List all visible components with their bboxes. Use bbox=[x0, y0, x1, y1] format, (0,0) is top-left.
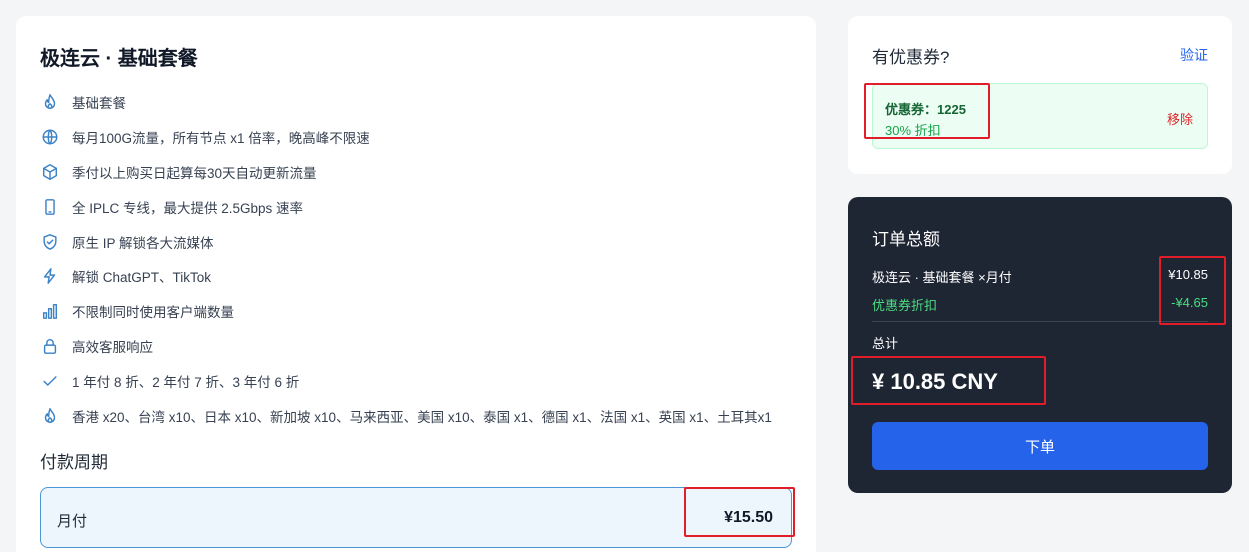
feature-item: 1 年付 8 折、2 年付 7 折、3 年付 6 折 bbox=[40, 363, 810, 398]
feature-item: 全 IPLC 专线，最大提供 2.5Gbps 速率 bbox=[40, 189, 810, 224]
shield-check-icon bbox=[40, 232, 60, 252]
place-order-button[interactable]: 下单 bbox=[872, 422, 1208, 470]
feature-item: 季付以上购买日起算每30天自动更新流量 bbox=[40, 155, 810, 190]
feature-item: 基础套餐 bbox=[40, 85, 810, 120]
divider bbox=[872, 321, 1208, 322]
feature-text: 全 IPLC 专线，最大提供 2.5Gbps 速率 bbox=[72, 200, 304, 216]
remove-coupon-button[interactable]: 移除 bbox=[1167, 109, 1193, 128]
coupon-title: 有优惠券? bbox=[872, 48, 950, 67]
total-value: ¥ 10.85 CNY bbox=[872, 369, 998, 394]
coupon-discount: 30% 折扣 bbox=[885, 123, 941, 138]
feature-text: 季付以上购买日起算每30天自动更新流量 bbox=[72, 165, 317, 181]
cube-icon bbox=[40, 162, 60, 182]
flame-icon bbox=[40, 406, 60, 426]
plan-card: 极连云 · 基础套餐 基础套餐 每月100G流量，所有节点 x1 倍率，晚高峰不… bbox=[16, 16, 816, 552]
feature-text: 香港 x20、台湾 x10、日本 x10、新加坡 x10、马来西亚、美国 x10… bbox=[72, 409, 772, 425]
feature-item: 解锁 ChatGPT、TikTok bbox=[40, 259, 810, 294]
payment-period-title: 付款周期 bbox=[40, 453, 108, 472]
plan-title: 极连云 · 基础套餐 bbox=[40, 48, 198, 70]
lock-icon bbox=[40, 336, 60, 356]
feature-text: 原生 IP 解锁各大流媒体 bbox=[72, 235, 214, 251]
feature-text: 解锁 ChatGPT、TikTok bbox=[72, 270, 212, 286]
period-option-monthly[interactable]: 月付 ¥15.50 bbox=[40, 487, 792, 548]
lightning-icon bbox=[40, 266, 60, 286]
verify-coupon-link[interactable]: 验证 bbox=[1180, 45, 1208, 65]
feature-text: 不限制同时使用客户端数量 bbox=[72, 305, 234, 321]
applied-coupon: 优惠券：1225 30% 折扣 移除 bbox=[872, 83, 1208, 149]
feature-item: 每月100G流量，所有节点 x1 倍率，晚高峰不限速 bbox=[40, 120, 810, 155]
globe-icon bbox=[40, 127, 60, 147]
coupon-code: 优惠券：1225 bbox=[885, 102, 966, 117]
feature-item: 高效客服响应 bbox=[40, 329, 810, 364]
feature-item: 不限制同时使用客户端数量 bbox=[40, 294, 810, 329]
feature-text: 每月100G流量，所有节点 x1 倍率，晚高峰不限速 bbox=[72, 131, 370, 147]
feature-item: 原生 IP 解锁各大流媒体 bbox=[40, 224, 810, 259]
phone-icon bbox=[40, 197, 60, 217]
feature-text: 高效客服响应 bbox=[72, 339, 153, 355]
plan-line-label: 极连云 · 基础套餐 ×月付 bbox=[872, 270, 1012, 285]
coupon-line-amount: -¥4.65 bbox=[1171, 295, 1208, 310]
flame-icon bbox=[40, 92, 60, 112]
period-option-name: 月付 bbox=[57, 513, 88, 530]
feature-list: 基础套餐 每月100G流量，所有节点 x1 倍率，晚高峰不限速 季付以上购买日起… bbox=[40, 85, 810, 433]
feature-text: 基础套餐 bbox=[72, 96, 126, 112]
feature-item: 香港 x20、台湾 x10、日本 x10、新加坡 x10、马来西亚、美国 x10… bbox=[40, 398, 810, 433]
coupon-line-label: 优惠券折扣 bbox=[872, 298, 938, 313]
order-total-card: 订单总额 极连云 · 基础套餐 ×月付 ¥10.85 优惠券折扣 -¥4.65 … bbox=[848, 197, 1232, 493]
total-label: 总计 bbox=[872, 336, 899, 351]
plan-line-amount: ¥10.85 bbox=[1168, 267, 1208, 282]
signal-bars-icon bbox=[40, 301, 60, 321]
order-total-title: 订单总额 bbox=[872, 230, 940, 249]
coupon-card: 有优惠券? 验证 优惠券：1225 30% 折扣 移除 bbox=[848, 16, 1232, 174]
period-option-price: ¥15.50 bbox=[724, 509, 773, 526]
check-icon bbox=[40, 371, 60, 391]
feature-text: 1 年付 8 折、2 年付 7 折、3 年付 6 折 bbox=[72, 374, 300, 390]
